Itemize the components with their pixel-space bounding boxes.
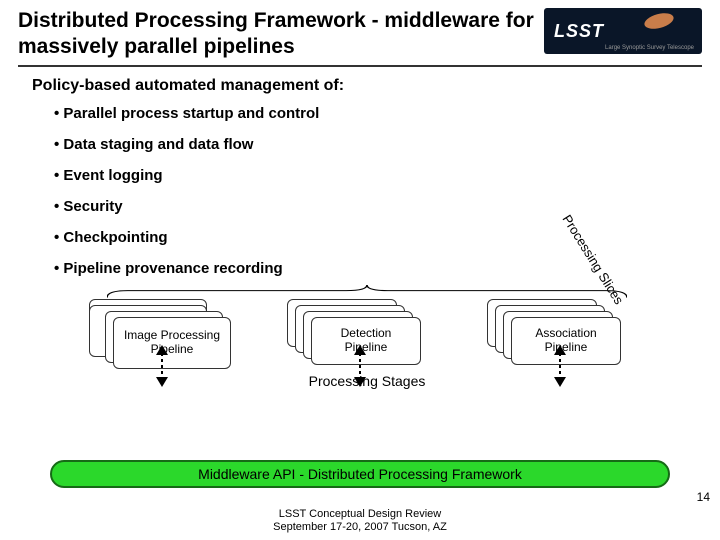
stages-label: Processing Stages	[67, 373, 667, 389]
planet-icon	[643, 10, 676, 31]
header: Distributed Processing Framework - middl…	[18, 8, 702, 67]
list-item: Event logging	[54, 167, 702, 184]
pipeline-diagram: Image Processing Pipeline Detection Pipe…	[67, 291, 667, 421]
bullet-list: Parallel process startup and control Dat…	[32, 105, 702, 277]
logo-subtext: Large Synoptic Survey Telescope	[605, 45, 694, 51]
page-number: 14	[697, 490, 710, 504]
page-title: Distributed Processing Framework - middl…	[18, 8, 544, 61]
pipeline-label: Detection Pipeline	[318, 327, 414, 355]
api-bar: Middleware API - Distributed Processing …	[50, 460, 670, 488]
list-item: Parallel process startup and control	[54, 105, 702, 122]
pipeline-label: Association Pipeline	[518, 327, 614, 355]
footer: LSST Conceptual Design Review September …	[0, 508, 720, 534]
logo-text: LSST	[554, 21, 604, 42]
lead-text: Policy-based automated management of:	[32, 77, 702, 95]
content: Policy-based automated management of: Pa…	[18, 77, 702, 421]
list-item: Data staging and data flow	[54, 136, 702, 153]
list-item: Security	[54, 198, 702, 215]
footer-line: LSST Conceptual Design Review	[0, 508, 720, 521]
list-item: Checkpointing	[54, 229, 702, 246]
api-label: Middleware API - Distributed Processing …	[198, 466, 522, 482]
logo: LSST Large Synoptic Survey Telescope	[544, 8, 702, 54]
footer-line: September 17-20, 2007 Tucson, AZ	[0, 521, 720, 534]
brace-icon	[107, 285, 627, 299]
